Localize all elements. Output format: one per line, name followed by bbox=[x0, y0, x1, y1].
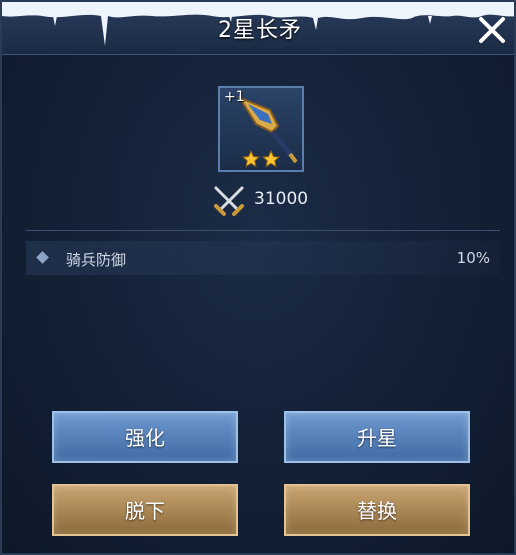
title-bar: 2星长矛 bbox=[2, 2, 514, 55]
power-value: 31000 bbox=[254, 189, 309, 209]
replace-button[interactable]: 替换 bbox=[284, 484, 470, 536]
attribute-name: 骑兵防御 bbox=[66, 251, 127, 269]
star-rating bbox=[242, 150, 281, 168]
attribute-row: 骑兵防御 10% bbox=[26, 241, 500, 275]
dialog-title: 2星长矛 bbox=[218, 18, 302, 43]
equipment-dialog: 2星长矛 +1 31000 骑兵防御 10% 强化 升星 脱下 替换 bbox=[0, 0, 516, 555]
divider bbox=[26, 230, 500, 231]
star-icon bbox=[261, 150, 281, 168]
close-icon bbox=[479, 17, 505, 43]
crossed-swords-icon bbox=[214, 186, 244, 216]
close-button[interactable] bbox=[476, 14, 508, 46]
diamond-bullet-icon bbox=[36, 251, 49, 264]
enhance-button[interactable]: 强化 bbox=[52, 411, 238, 463]
unequip-button[interactable]: 脱下 bbox=[52, 484, 238, 536]
upgrade-star-button[interactable]: 升星 bbox=[284, 411, 470, 463]
item-level-badge: +1 bbox=[224, 89, 245, 105]
combat-power: 31000 bbox=[212, 184, 332, 218]
star-icon bbox=[242, 150, 261, 168]
item-slot[interactable]: +1 bbox=[218, 86, 304, 172]
attribute-value: 10% bbox=[456, 249, 490, 267]
